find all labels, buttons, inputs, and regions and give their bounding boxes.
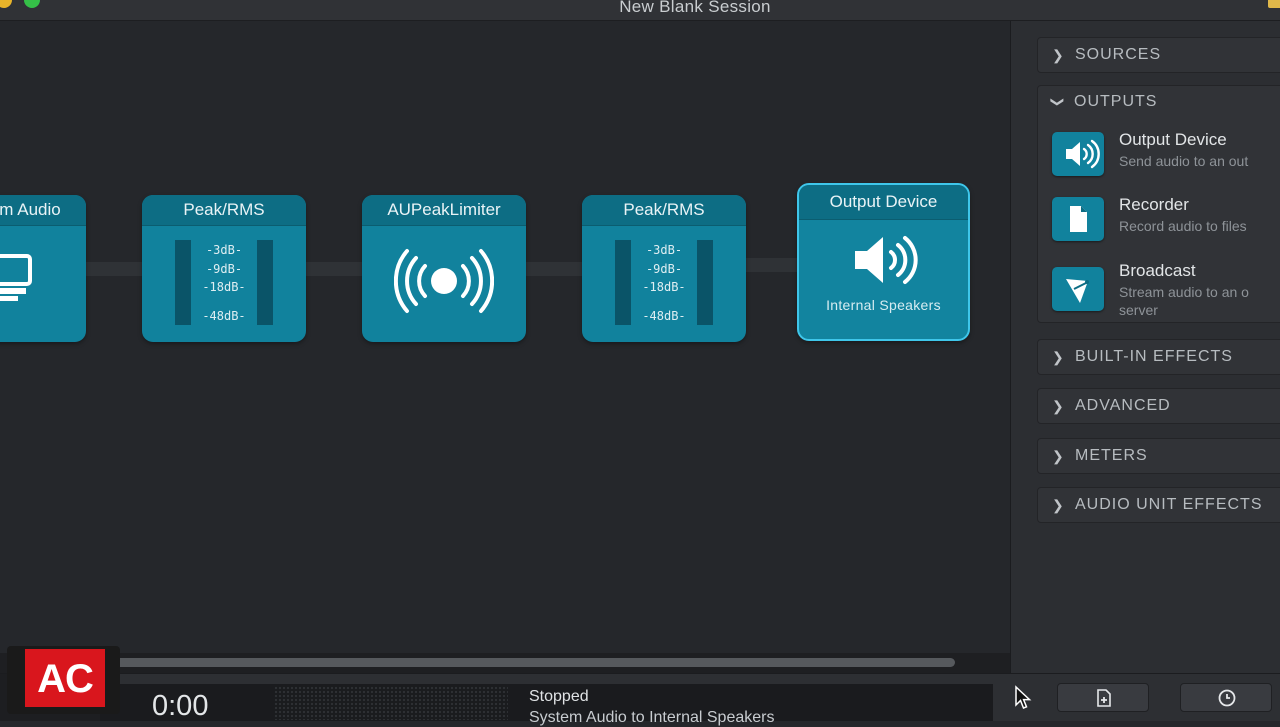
- logo-text: AC: [25, 649, 105, 707]
- output-item-name: Broadcast: [1119, 261, 1196, 280]
- broadcast-waves-icon: [394, 249, 494, 313]
- scrollbar-thumb[interactable]: [110, 658, 955, 667]
- db-label: -9dB-: [645, 261, 683, 276]
- add-file-button[interactable]: [1057, 683, 1149, 712]
- peak-rms-node[interactable]: Peak/RMS -3dB- -9dB- -18dB- -48dB-: [142, 195, 306, 342]
- window-title: New Blank Session: [619, 0, 771, 16]
- schedule-button[interactable]: [1180, 683, 1272, 712]
- node-title: AUPeakLimiter: [362, 195, 526, 226]
- connection-wire: [80, 262, 150, 276]
- mouse-cursor-icon: [1015, 685, 1032, 709]
- db-label: -9dB-: [205, 261, 243, 276]
- time-readout: 0:00: [152, 690, 209, 722]
- section-label: BUILT-IN EFFECTS: [1075, 348, 1233, 365]
- file-plus-icon: [1097, 689, 1111, 707]
- node-title: Peak/RMS: [582, 195, 746, 226]
- node-subtitle: Internal Speakers: [826, 297, 941, 313]
- satellite-dish-icon: [1052, 267, 1104, 311]
- db-scale: -3dB- -9dB- -18dB- -48dB-: [142, 241, 306, 325]
- connection-wire: [520, 262, 590, 276]
- section-label: AUDIO UNIT EFFECTS: [1075, 496, 1263, 513]
- status-text: Stopped: [529, 688, 589, 705]
- chevron-right-icon: ❯: [1052, 448, 1064, 464]
- horizontal-scrollbar[interactable]: [0, 653, 1010, 673]
- section-label: METERS: [1075, 447, 1148, 464]
- monitor-icon: [0, 254, 32, 301]
- clock-icon: [1218, 689, 1236, 707]
- db-label: -18dB-: [202, 280, 246, 294]
- output-item-output-device[interactable]: Output Device Send audio to an out: [1052, 130, 1280, 182]
- node-title: Output Device: [799, 185, 968, 220]
- node-title: Peak/RMS: [142, 195, 306, 226]
- output-item-recorder[interactable]: Recorder Record audio to files: [1052, 195, 1280, 247]
- db-label: -3dB-: [645, 243, 683, 257]
- db-label: -48dB-: [202, 308, 246, 323]
- level-meter-display: [274, 686, 508, 720]
- peak-rms-node[interactable]: Peak/RMS -3dB- -9dB- -18dB- -48dB-: [582, 195, 746, 342]
- section-label: OUTPUTS: [1074, 93, 1158, 110]
- connection-wire: [300, 262, 370, 276]
- chevron-down-icon: ❯: [1050, 96, 1066, 108]
- speaker-icon: [855, 236, 918, 284]
- output-item-desc: Record audio to files: [1119, 218, 1247, 234]
- db-label: -18dB-: [642, 280, 686, 294]
- outputs-header[interactable]: ❯ OUTPUTS: [1037, 85, 1280, 119]
- db-label: -48dB-: [642, 308, 686, 323]
- speaker-icon: [1052, 132, 1104, 176]
- connection-wire: [740, 258, 804, 272]
- peak-limiter-node[interactable]: AUPeakLimiter: [362, 195, 526, 342]
- chevron-right-icon: ❯: [1052, 349, 1064, 365]
- section-built-in-effects[interactable]: ❯ BUILT-IN EFFECTS: [1037, 339, 1280, 375]
- section-sources[interactable]: ❯ SOURCES: [1037, 37, 1280, 73]
- output-item-broadcast[interactable]: Broadcast Stream audio to an o server: [1052, 261, 1280, 318]
- output-item-name: Output Device: [1119, 130, 1227, 149]
- section-label: SOURCES: [1075, 46, 1162, 63]
- output-item-desc: Stream audio to an o server: [1119, 284, 1249, 318]
- file-icon: [1052, 197, 1104, 241]
- warning-icon: [1268, 0, 1280, 8]
- library-panel: ❯ SOURCES ❯ OUTPUTS Output Device Send a…: [1010, 21, 1280, 673]
- output-device-node[interactable]: Output Device Internal Speakers: [797, 183, 970, 341]
- channel-logo: AC: [7, 646, 120, 714]
- section-meters[interactable]: ❯ METERS: [1037, 438, 1280, 474]
- chevron-right-icon: ❯: [1052, 47, 1064, 63]
- db-label: -3dB-: [205, 243, 243, 257]
- output-item-desc: Send audio to an out: [1119, 153, 1249, 169]
- chevron-right-icon: ❯: [1052, 398, 1064, 414]
- section-outputs: ❯ OUTPUTS Output Device Send audio to an…: [1037, 85, 1280, 323]
- output-item-name: Recorder: [1119, 195, 1189, 214]
- title-bar: New Blank Session: [0, 0, 1280, 21]
- section-advanced[interactable]: ❯ ADVANCED: [1037, 388, 1280, 424]
- route-text: System Audio to Internal Speakers: [529, 709, 775, 726]
- db-scale: -3dB- -9dB- -18dB- -48dB-: [582, 241, 746, 325]
- source-node[interactable]: m Audio: [0, 195, 86, 342]
- section-label: ADVANCED: [1075, 397, 1171, 414]
- chevron-right-icon: ❯: [1052, 497, 1064, 513]
- section-audio-unit-effects[interactable]: ❯ AUDIO UNIT EFFECTS: [1037, 487, 1280, 523]
- node-title: m Audio: [0, 195, 86, 226]
